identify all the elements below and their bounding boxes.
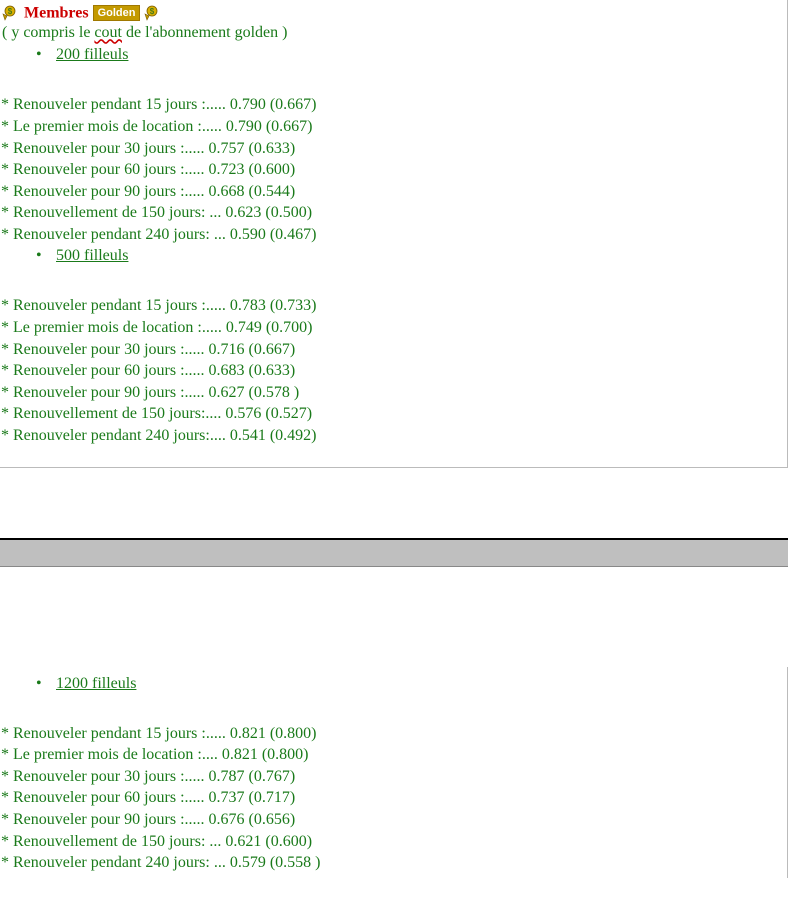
subtitle-wavy: cout [94,24,122,41]
data-line: * Renouveler pendant 240 jours: ... 0.59… [1,224,787,246]
data-line: * Renouvellement de 150 jours: ... 0.623… [1,202,787,224]
money-icon: $ [2,4,20,22]
spacer [0,567,788,667]
bullet-list: 500 filleuls [30,247,787,265]
data-block-1200: * Renouveler pendant 15 jours :..... 0.8… [0,723,787,874]
separator-bar [0,538,788,567]
data-line: * Renouveler pour 30 jours :..... 0.716 … [1,339,787,361]
data-line: * Renouveler pour 30 jours :..... 0.757 … [1,138,787,160]
content-box-bottom: 1200 filleuls * Renouveler pendant 15 jo… [0,667,788,878]
data-line: * Renouveler pendant 15 jours :..... 0.8… [1,723,787,745]
data-line: * Renouveler pendant 240 jours: ... 0.57… [1,852,787,874]
data-line: * Renouvellement de 150 jours:.... 0.576… [1,403,787,425]
spacer [0,695,787,723]
content-box-top: $ Membres Golden $ ( y compris le cout d… [0,0,788,468]
data-line: * Renouvellement de 150 jours: ... 0.621… [1,831,787,853]
members-title: Membres [24,4,89,21]
spacer [0,267,787,295]
data-block-500: * Renouveler pendant 15 jours :..... 0.7… [0,295,787,446]
data-line: * Renouveler pendant 240 jours:.... 0.54… [1,425,787,447]
svg-text:$: $ [150,7,155,16]
subtitle-suffix: de l'abonnement golden ) [122,24,288,41]
bullet-list: 200 filleuls [30,46,787,64]
data-line: * Renouveler pour 90 jours :..... 0.676 … [1,809,787,831]
data-line: * Renouveler pendant 15 jours :..... 0.7… [1,295,787,317]
data-line: * Le premier mois de location :..... 0.7… [1,116,787,138]
data-line: * Renouveler pour 90 jours :..... 0.627 … [1,382,787,404]
filleuls-link-1200[interactable]: 1200 filleuls [56,675,136,692]
data-line: * Renouveler pour 30 jours :..... 0.787 … [1,766,787,788]
data-block-200: * Renouveler pendant 15 jours :..... 0.7… [0,94,787,245]
header-line: $ Membres Golden $ [0,2,787,22]
list-item: 1200 filleuls [30,675,787,693]
data-line: * Renouveler pour 60 jours :..... 0.723 … [1,159,787,181]
list-item: 200 filleuls [30,46,787,64]
data-line: * Renouveler pour 60 jours :..... 0.683 … [1,360,787,382]
spacer [0,468,788,538]
filleuls-link-500[interactable]: 500 filleuls [56,247,128,264]
data-line: * Renouveler pendant 15 jours :..... 0.7… [1,94,787,116]
spacer [0,66,787,94]
data-line: * Renouveler pour 60 jours :..... 0.737 … [1,787,787,809]
data-line: * Renouveler pour 90 jours :..... 0.668 … [1,181,787,203]
data-line: * Le premier mois de location :..... 0.7… [1,317,787,339]
golden-badge: Golden [93,5,141,21]
subtitle: ( y compris le cout de l'abonnement gold… [0,22,787,44]
list-item: 500 filleuls [30,247,787,265]
data-line: * Le premier mois de location :.... 0.82… [1,744,787,766]
filleuls-link-200[interactable]: 200 filleuls [56,46,128,63]
subtitle-prefix: ( y compris le [2,24,94,41]
bullet-list: 1200 filleuls [30,675,787,693]
money-icon: $ [144,4,162,22]
svg-text:$: $ [8,7,13,16]
